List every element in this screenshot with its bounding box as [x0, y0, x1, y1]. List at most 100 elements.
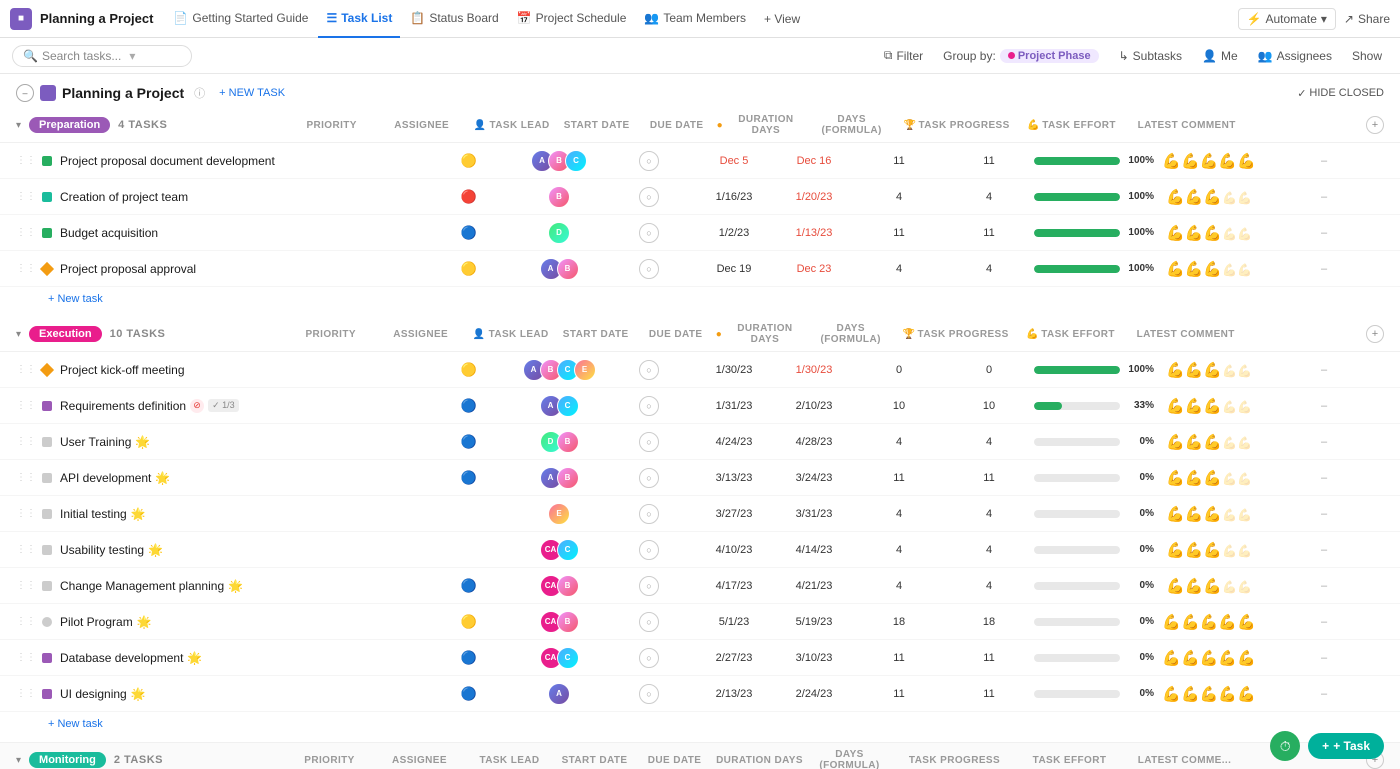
drag-handle[interactable]: ⋮⋮ [16, 364, 36, 375]
add-view-btn[interactable]: + View [756, 8, 808, 30]
tab-task-list[interactable]: ☰ Task List [318, 0, 400, 38]
formula-days: 11 [944, 227, 1034, 239]
share-button[interactable]: ↗ Share [1344, 12, 1390, 26]
assignee-col: D B [514, 431, 604, 453]
task-lead-icon[interactable]: ○ [639, 396, 659, 416]
tab-status-board[interactable]: 📋 Status Board [402, 0, 506, 38]
group-count-preparation: 4 TASKS [118, 119, 167, 131]
task-lead-icon[interactable]: ○ [639, 576, 659, 596]
status-dot [42, 689, 52, 699]
task-lead-icon[interactable]: ○ [639, 432, 659, 452]
task-lead-icon[interactable]: ○ [639, 540, 659, 560]
new-task-link-exec[interactable]: + New task [48, 718, 103, 730]
project-collapse-btn[interactable]: – [16, 84, 34, 102]
task-lead-icon[interactable]: ○ [639, 187, 659, 207]
priority-flag: 🟡 [424, 261, 514, 277]
tab-project-schedule[interactable]: 📅 Project Schedule [509, 0, 635, 38]
drag-handle[interactable]: ⋮⋮ [16, 400, 36, 411]
clock-button[interactable]: ⏱ [1270, 731, 1300, 761]
group-preparation-header: ▾ Preparation 4 TASKS PRIORITY ASSIGNEE … [0, 108, 1400, 143]
group-execution-header: ▾ Execution 10 TASKS PRIORITY ASSIGNEE 👤… [0, 317, 1400, 352]
task-name[interactable]: Requirements definition ⊘ ✓ 1/3 [60, 399, 424, 413]
drag-handle[interactable]: ⋮⋮ [16, 616, 36, 627]
new-task-link[interactable]: + New task [48, 293, 103, 305]
group-add-btn-exec[interactable]: + [1366, 325, 1384, 343]
task-name[interactable]: Pilot Program 🌟 [60, 615, 424, 629]
col-dur-mon: DURATION DAYS [715, 755, 805, 766]
task-lead-icon[interactable]: ○ [639, 360, 659, 380]
plus-icon: + [1322, 739, 1329, 753]
me-button[interactable]: 👤 Me [1196, 47, 1244, 65]
automate-icon: ⚡ [1247, 12, 1262, 26]
task-lead-icon[interactable]: ○ [639, 612, 659, 632]
drag-handle[interactable]: ⋮⋮ [16, 227, 36, 238]
new-task-row: + New task [0, 287, 1400, 309]
toolbar-right: ⧉ Filter Group by: Project Phase ↳ Subta… [878, 46, 1388, 65]
task-lead-icon[interactable]: ○ [639, 504, 659, 524]
drag-handle[interactable]: ⋮⋮ [16, 652, 36, 663]
drag-handle[interactable]: ⋮⋮ [16, 263, 36, 274]
task-lead-col: ○ [604, 540, 694, 560]
task-lead-icon[interactable]: ○ [639, 648, 659, 668]
priority-flag: 🔵 [424, 578, 514, 594]
task-name[interactable]: API development 🌟 [60, 471, 424, 485]
task-lead-icon[interactable]: ○ [639, 259, 659, 279]
task-lead-icon[interactable]: ○ [639, 223, 659, 243]
subtasks-button[interactable]: ↳ Subtasks [1113, 47, 1188, 65]
progress-bar [1034, 265, 1120, 273]
drag-handle[interactable]: ⋮⋮ [16, 544, 36, 555]
task-name[interactable]: Initial testing 🌟 [60, 507, 424, 521]
avatar: B [557, 575, 579, 597]
hide-closed-btn[interactable]: ✓ HIDE CLOSED [1297, 87, 1384, 100]
drag-handle[interactable]: ⋮⋮ [16, 688, 36, 699]
add-task-button[interactable]: + + Task [1308, 733, 1384, 759]
task-name[interactable]: Project proposal document development [60, 154, 424, 168]
drag-handle[interactable]: ⋮⋮ [16, 508, 36, 519]
task-lead-col: ○ [604, 360, 694, 380]
effort-col: 💪💪💪💪💪 [1154, 224, 1264, 242]
formula-days: 4 [944, 191, 1034, 203]
task-name[interactable]: Change Management planning 🌟 [60, 579, 424, 593]
task-lead-icon[interactable]: ○ [639, 684, 659, 704]
task-name[interactable]: User Training 🌟 [60, 435, 424, 449]
group-collapse-icon[interactable]: ▾ [16, 329, 21, 340]
group-add-btn[interactable]: + [1366, 116, 1384, 134]
drag-handle[interactable]: ⋮⋮ [16, 191, 36, 202]
drag-handle[interactable]: ⋮⋮ [16, 472, 36, 483]
task-name[interactable]: Budget acquisition [60, 226, 424, 240]
task-name[interactable]: Creation of project team [60, 190, 424, 204]
comment-col: – [1264, 400, 1384, 412]
task-name[interactable]: Usability testing 🌟 [60, 543, 424, 557]
search-box[interactable]: 🔍 Search tasks... ▾ [12, 45, 192, 67]
progress-col: 100% [1034, 227, 1154, 238]
task-row: ⋮⋮ Creation of project team 🔴 B ○ 1/16/2… [0, 179, 1400, 215]
group-by-button[interactable]: Group by: Project Phase [937, 47, 1104, 65]
task-name[interactable]: UI designing 🌟 [60, 687, 424, 701]
effort-col: 💪💪💪💪💪 [1154, 152, 1264, 170]
task-name[interactable]: Database development 🌟 [60, 651, 424, 665]
drag-handle[interactable]: ⋮⋮ [16, 580, 36, 591]
tab-team-members[interactable]: 👥 Team Members [636, 0, 754, 38]
filter-button[interactable]: ⧉ Filter [878, 46, 929, 65]
progress-pct: 100% [1126, 263, 1154, 274]
group-collapse-monitoring[interactable]: ▾ [16, 755, 21, 766]
group-collapse-icon[interactable]: ▾ [16, 120, 21, 131]
drag-handle[interactable]: ⋮⋮ [16, 155, 36, 166]
progress-bar [1034, 618, 1120, 626]
avatar-stack: D B [540, 431, 579, 453]
assignee-col: D [514, 222, 604, 244]
assignees-button[interactable]: 👥 Assignees [1252, 47, 1338, 65]
task-row: ⋮⋮ Budget acquisition 🔵 D ○ 1/2/23 1/13/… [0, 215, 1400, 251]
automate-button[interactable]: ⚡ Automate ▾ [1238, 8, 1336, 30]
new-task-header-btn[interactable]: + NEW TASK [211, 85, 293, 101]
duration-days: 11 [854, 227, 944, 239]
show-button[interactable]: Show [1346, 47, 1388, 65]
task-lead-icon[interactable]: ○ [639, 468, 659, 488]
task-name[interactable]: Project kick-off meeting [60, 363, 424, 377]
task-lead-icon[interactable]: ○ [639, 151, 659, 171]
task-name[interactable]: Project proposal approval [60, 262, 424, 276]
project-info-icon: ⓘ [194, 85, 205, 101]
project-color-icon [40, 85, 56, 101]
tab-getting-started[interactable]: 📄 Getting Started Guide [165, 0, 316, 38]
drag-handle[interactable]: ⋮⋮ [16, 436, 36, 447]
